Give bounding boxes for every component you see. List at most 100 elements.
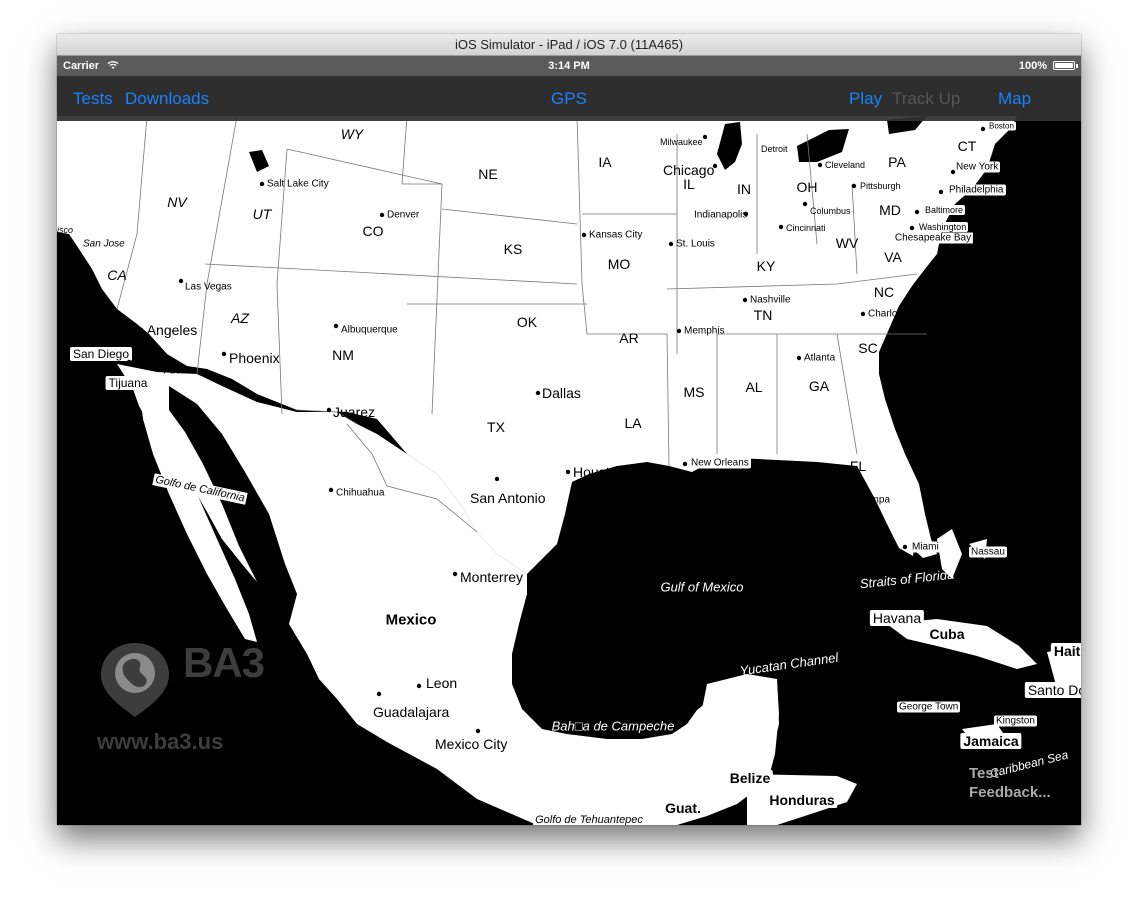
feedback-link[interactable]: Feedback... (969, 783, 1051, 802)
country-label: Guat. (665, 800, 701, 816)
city-label: Pittsburgh (860, 181, 901, 191)
city-label: Tampa (860, 494, 891, 506)
state-label: NC (873, 284, 895, 300)
city-label: Memphis (684, 325, 725, 337)
ios-status-bar: Carrier 3:14 PM 100% (57, 56, 1081, 76)
city-label: Kingston (994, 715, 1037, 727)
tests-button[interactable]: Tests (73, 76, 113, 121)
carrier-label: Carrier (63, 60, 100, 72)
clock-label: 3:14 PM (548, 60, 590, 72)
state-label: MO (607, 256, 631, 272)
water-label: Bah□a de Campeche (551, 718, 675, 734)
country-label: Haiti (1050, 643, 1081, 659)
city-label: Havana (869, 610, 925, 626)
state-label: GA (808, 378, 830, 394)
city-label: George Town (897, 701, 961, 713)
city-label: isco (57, 225, 74, 235)
state-label: IA (598, 154, 612, 170)
water-label: Golfo de Tehuantepec (533, 814, 645, 825)
ba3-brand: BA3 (183, 639, 265, 686)
city-label: San Jose (83, 238, 125, 250)
state-label: LA (624, 415, 642, 431)
city-label: Tijuana (105, 376, 151, 390)
city-label: Juarez (333, 404, 376, 420)
city-label: Detroit (761, 144, 788, 154)
country-label: Belize (726, 770, 774, 786)
globe-pin-icon (101, 643, 169, 717)
state-label: MD (879, 202, 901, 218)
nav-bar: Tests Downloads GPS Play Track Up Map (57, 76, 1081, 121)
city-label: Phoenix (229, 350, 280, 366)
city-label: Nashville (750, 294, 791, 306)
country-label: Mexico (385, 611, 437, 629)
state-label: KS (503, 241, 523, 257)
battery-icon (1053, 61, 1075, 70)
state-label: NM (332, 347, 354, 363)
track-up-button[interactable]: Track Up (892, 76, 960, 121)
city-label: Denver (387, 209, 420, 221)
city-label: Los Angeles (121, 322, 198, 338)
state-label: CA (107, 267, 127, 283)
state-label: TN (753, 307, 773, 323)
test-link[interactable]: Test (969, 764, 1051, 783)
state-label: SC (858, 340, 878, 356)
city-label: Guadalajara (373, 704, 450, 720)
simulator-window: WY NE IA IL IN OH PA CT NV UT CO KS MO K… (57, 34, 1081, 825)
city-label: New York (954, 161, 1001, 173)
city-label: Miami (910, 541, 941, 553)
city-label: Philadelphia (947, 184, 1006, 196)
city-label: Baltimore (923, 205, 966, 215)
state-label: TX (487, 419, 505, 435)
state-label: CO (362, 223, 384, 239)
wifi-icon (107, 61, 119, 69)
state-label: NE (478, 166, 498, 182)
state-label: AZ (231, 310, 249, 326)
battery-tip (1076, 64, 1078, 68)
window-titlebar: iOS Simulator - iPad / iOS 7.0 (11A465) (57, 34, 1081, 56)
gps-button[interactable]: GPS (551, 76, 587, 121)
country-label: Honduras (766, 792, 838, 808)
state-label: NV (167, 194, 187, 210)
city-label: Leon (426, 675, 458, 691)
play-button[interactable]: Play (849, 76, 882, 121)
feedback-overlay: Test Feedback... (969, 764, 1051, 802)
country-label: Santo Do (1024, 682, 1081, 698)
city-label: Nassau (969, 546, 1007, 558)
city-label: Boston (987, 121, 1016, 131)
city-label: Chicago (663, 162, 715, 178)
city-label: Kansas City (589, 229, 643, 241)
state-label: AR (619, 330, 639, 346)
city-label: Houston (573, 464, 626, 480)
city-label: San Antonio (470, 490, 546, 506)
state-label: PA (888, 154, 906, 170)
city-label: St. Louis (676, 238, 715, 250)
ba3-watermark: BA3 www.ba3.us (97, 639, 277, 759)
city-label: Monterrey (460, 569, 524, 585)
downloads-button[interactable]: Downloads (125, 76, 209, 121)
city-label: Cleveland (825, 160, 866, 170)
country-label: Jamaica (960, 733, 1022, 749)
state-label: WY (340, 126, 364, 142)
state-label: IL (683, 176, 695, 192)
state-label: KY (756, 258, 776, 274)
state-label: MS (683, 384, 705, 400)
country-label: Cuba (926, 626, 968, 642)
city-label: Salt Lake City (267, 178, 329, 190)
ba3-url: www.ba3.us (97, 729, 224, 754)
city-label: Washington (917, 222, 969, 232)
state-label: UT (252, 206, 272, 222)
city-label: San Diego (69, 347, 133, 361)
battery-percent: 100% (1018, 60, 1047, 72)
state-label: FL (849, 458, 867, 474)
water-label: Gulf of Mexico (660, 579, 744, 595)
city-label: Dallas (542, 385, 581, 401)
city-label: Mexico City (435, 736, 508, 752)
state-label: AL (745, 379, 763, 395)
city-label: Las Vegas (185, 281, 232, 293)
state-label: VA (884, 249, 902, 265)
city-label: Atlanta (804, 352, 836, 364)
state-label: OH (796, 179, 818, 195)
city-label: New Orleans (689, 457, 751, 469)
map-button[interactable]: Map (998, 76, 1031, 121)
city-label: Milwaukee (660, 137, 703, 147)
